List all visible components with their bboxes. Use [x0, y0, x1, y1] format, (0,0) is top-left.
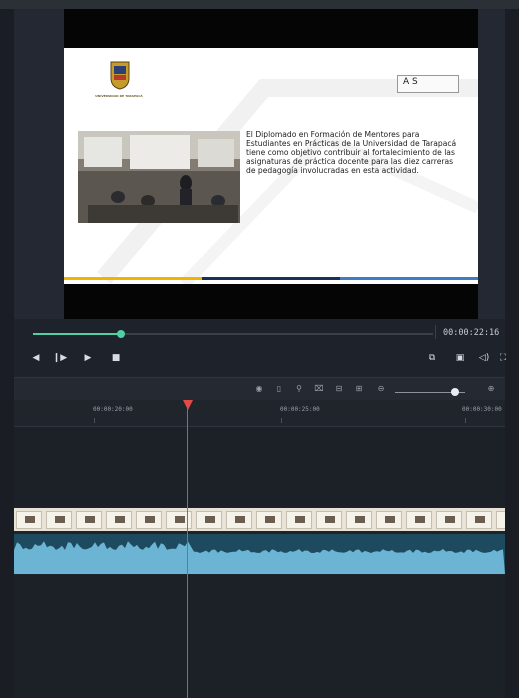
- audio-waveform-track[interactable]: [14, 534, 505, 574]
- current-timecode: 00:00:22:16: [443, 328, 500, 338]
- clip-thumbnail: [316, 511, 342, 529]
- clip-thumbnail: [256, 511, 282, 529]
- partner-logo-text: A S: [403, 77, 418, 87]
- clip-thumbnail: [16, 511, 42, 529]
- prev-frame-icon[interactable]: ◀: [30, 352, 42, 364]
- zoom-slider-handle[interactable]: [451, 388, 459, 396]
- partner-logo: A S: [397, 75, 459, 93]
- playback-speed-icon[interactable]: ⊞: [354, 383, 364, 393]
- zoom-out-icon[interactable]: ⊖: [376, 383, 386, 393]
- slide-stripe-blue: [340, 277, 478, 280]
- video-clip-track[interactable]: [14, 508, 505, 531]
- playhead-marker[interactable]: [183, 400, 193, 410]
- slide-stripe-yellow: [64, 277, 202, 280]
- clip-thumbnail: [136, 511, 162, 529]
- crest-caption: UNIVERSIDAD DE TARAPACÁ: [95, 94, 143, 98]
- slide-stripe-navy: [202, 277, 340, 280]
- empty-track-area[interactable]: [14, 427, 505, 507]
- clip-thumbnail: [196, 511, 222, 529]
- clip-thumbnail: [346, 511, 372, 529]
- snapshot-icon[interactable]: ⧉: [426, 352, 438, 364]
- clip-thumbnail: [406, 511, 432, 529]
- window-top-bar: [0, 0, 519, 9]
- delete-icon[interactable]: ▯: [274, 383, 284, 393]
- marker-icon[interactable]: ⚲: [294, 383, 304, 393]
- fullscreen-fit-icon[interactable]: ▣: [454, 352, 466, 364]
- clip-thumbnail: [76, 511, 102, 529]
- clip-thumbnail: [226, 511, 252, 529]
- ruler-label: 00:00:25:00: [280, 406, 320, 413]
- timecode-divider: [435, 325, 436, 339]
- ruler-tick: [465, 418, 466, 423]
- clip-thumbnail: [436, 511, 462, 529]
- clip-thumbnail: [496, 511, 505, 529]
- slide-content: UNIVERSIDAD DE TARAPACÁ A S El Diplomado…: [64, 48, 478, 284]
- ruler-tick: [94, 418, 95, 423]
- split-icon[interactable]: ◉: [254, 383, 264, 393]
- clip-thumbnail: [106, 511, 132, 529]
- clip-thumbnail: [286, 511, 312, 529]
- right-gutter: [505, 9, 519, 698]
- clip-thumbnail: [466, 511, 492, 529]
- freeze-frame-icon[interactable]: ⊟: [334, 383, 344, 393]
- left-gutter: [0, 9, 14, 698]
- audio-waveform: [14, 541, 505, 574]
- clip-thumbnail: [46, 511, 72, 529]
- crop-icon[interactable]: ⌧: [314, 383, 324, 393]
- playhead-line[interactable]: [187, 402, 188, 698]
- step-forward-icon[interactable]: ❙▶: [53, 352, 67, 364]
- ruler-label: 00:00:30:00: [462, 406, 502, 413]
- play-icon[interactable]: ▶: [82, 352, 94, 364]
- ruler-tick: [281, 418, 282, 423]
- ruler-label: 00:00:20:00: [93, 406, 133, 413]
- slide-body-text: El Diplomado en Formación de Mentores pa…: [246, 130, 457, 175]
- expand-icon[interactable]: ⛶: [500, 352, 506, 364]
- empty-track-area-lower[interactable]: [14, 575, 505, 698]
- classroom-photo: [78, 131, 240, 223]
- scrubber-progress: [33, 333, 121, 335]
- clip-thumbnail: [166, 511, 192, 529]
- timeline-ruler[interactable]: [14, 400, 505, 427]
- player-controls-bar: [14, 319, 505, 375]
- scrubber-handle[interactable]: [117, 330, 125, 338]
- stop-icon[interactable]: ■: [110, 352, 122, 364]
- volume-icon[interactable]: ◁): [478, 352, 490, 364]
- university-crest-icon: [110, 61, 130, 90]
- zoom-in-icon[interactable]: ⊕: [486, 383, 496, 393]
- clip-thumbnail: [376, 511, 402, 529]
